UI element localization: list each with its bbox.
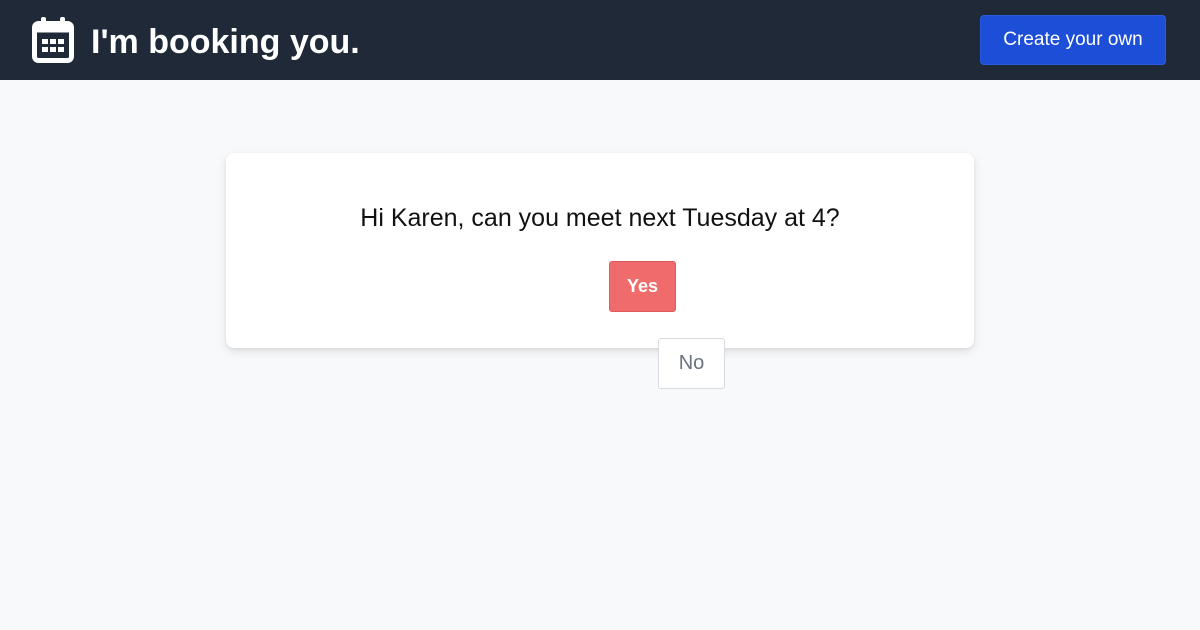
top-bar: I'm booking you. Create your own bbox=[0, 0, 1200, 80]
app-title: I'm booking you. bbox=[91, 23, 360, 61]
yes-button[interactable]: Yes bbox=[609, 261, 676, 312]
create-your-own-button[interactable]: Create your own bbox=[980, 15, 1166, 65]
question-card: Hi Karen, can you meet next Tuesday at 4… bbox=[226, 153, 974, 348]
no-button[interactable]: No bbox=[658, 338, 725, 389]
calendar-icon bbox=[32, 17, 74, 63]
meeting-question: Hi Karen, can you meet next Tuesday at 4… bbox=[360, 204, 840, 232]
